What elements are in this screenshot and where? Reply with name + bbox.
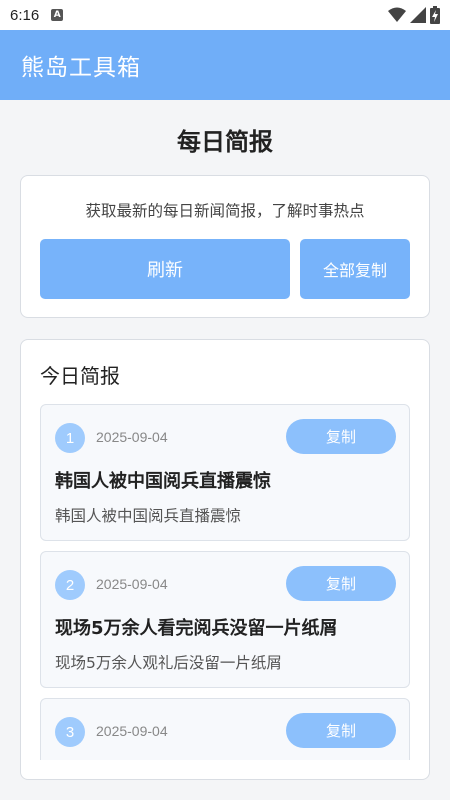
copy-button[interactable]: 复制 bbox=[286, 713, 396, 748]
news-title: 韩国人被中国阅兵直播震惊 bbox=[55, 471, 271, 492]
status-icons bbox=[388, 6, 440, 24]
news-index-badge: 1 bbox=[55, 423, 85, 453]
news-index-badge: 3 bbox=[55, 717, 85, 747]
news-title: 现场5万余人看完阅兵没留一片纸屑 bbox=[55, 618, 338, 639]
action-buttons: 刷新 全部复制 bbox=[40, 239, 410, 299]
signal-icon bbox=[410, 7, 426, 23]
news-date: 2025-09-04 bbox=[96, 429, 168, 445]
wifi-icon bbox=[388, 7, 406, 22]
copy-all-button[interactable]: 全部复制 bbox=[300, 239, 410, 299]
app-title: 熊岛工具箱 bbox=[21, 55, 141, 81]
news-item: 1 2025-09-04 复制 韩国人被中国阅兵直播震惊 韩国人被中国阅兵直播震… bbox=[40, 404, 410, 541]
today-briefing-card: 今日简报 1 2025-09-04 复制 韩国人被中国阅兵直播震惊 韩国人被中国… bbox=[20, 339, 430, 780]
news-list[interactable]: 1 2025-09-04 复制 韩国人被中国阅兵直播震惊 韩国人被中国阅兵直播震… bbox=[40, 404, 411, 760]
section-title: 今日简报 bbox=[40, 364, 120, 388]
news-item: 2 2025-09-04 复制 现场5万余人看完阅兵没留一片纸屑 现场5万余人观… bbox=[40, 551, 410, 688]
refresh-button[interactable]: 刷新 bbox=[40, 239, 290, 299]
news-date: 2025-09-04 bbox=[96, 576, 168, 592]
page-title: 每日简报 bbox=[177, 128, 273, 156]
battery-charging-icon bbox=[430, 6, 440, 24]
copy-button[interactable]: 复制 bbox=[286, 566, 396, 601]
news-summary: 现场5万余人观礼后没留一片纸屑 bbox=[55, 654, 282, 672]
news-index-badge: 2 bbox=[55, 570, 85, 600]
status-time: 6:16 bbox=[10, 6, 40, 24]
news-item: 3 2025-09-04 复制 bbox=[40, 698, 410, 760]
notification-icon: A bbox=[51, 9, 64, 21]
app-bar: 熊岛工具箱 bbox=[0, 30, 450, 100]
intro-card: 获取最新的每日新闻简报，了解时事热点 刷新 全部复制 bbox=[20, 175, 430, 318]
news-summary: 韩国人被中国阅兵直播震惊 bbox=[55, 507, 242, 525]
status-bar: 6:16 A bbox=[0, 0, 450, 30]
news-date: 2025-09-04 bbox=[96, 723, 168, 739]
copy-button[interactable]: 复制 bbox=[286, 419, 396, 454]
intro-description: 获取最新的每日新闻简报，了解时事热点 bbox=[85, 202, 365, 220]
